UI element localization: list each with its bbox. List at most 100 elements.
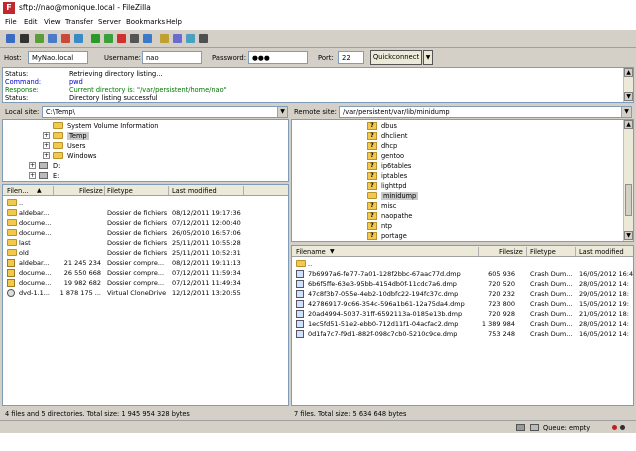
- disconnect-icon[interactable]: [128, 32, 141, 45]
- column-divider[interactable]: [478, 247, 479, 256]
- menu-file[interactable]: File: [5, 18, 17, 26]
- remote-tree-item[interactable]: ? naopathe: [292, 211, 622, 221]
- local-tree-item[interactable]: + D:: [3, 161, 288, 171]
- scroll-thumb[interactable]: [625, 184, 632, 216]
- remote-directory-tree[interactable]: ▲ ▼ ? dbus? dhclient? dhcp? gentoo? ip6tables…: [291, 119, 634, 242]
- file-row[interactable]: 20ad4994-5037-31ff-6592113a-0185e13b.dmp…: [292, 309, 633, 319]
- local-tree-item[interactable]: System Volume Information: [3, 121, 288, 131]
- remote-tree-item[interactable]: ? lighttpd: [292, 181, 622, 191]
- expand-icon[interactable]: +: [43, 132, 50, 139]
- menu-bookmarks[interactable]: Bookmarks: [126, 18, 165, 26]
- column-divider[interactable]: [104, 186, 105, 195]
- column-filename[interactable]: Filen...: [7, 187, 29, 195]
- process-queue-icon[interactable]: [102, 32, 115, 45]
- host-input[interactable]: MyNao.local: [28, 51, 88, 64]
- reconnect-icon[interactable]: [141, 32, 154, 45]
- menu-transfer[interactable]: Transfer: [65, 18, 93, 26]
- remote-path-dropdown-icon[interactable]: ▼: [621, 107, 631, 117]
- file-row[interactable]: docume... 19 982 682 Dossier compre... 07/1…: [3, 278, 288, 288]
- expand-icon[interactable]: +: [43, 152, 50, 159]
- file-row[interactable]: last Dossier de fichiers 25/11/2011 10:55:…: [3, 238, 288, 248]
- remote-tree-item[interactable]: ? ip6tables: [292, 161, 622, 171]
- file-row[interactable]: dvd-1.1... 1 878 175 ... Virtual CloneDriv…: [3, 288, 288, 298]
- local-path-input[interactable]: C:\Temp\ ▼: [42, 106, 288, 118]
- local-tree-item[interactable]: + E:: [3, 171, 288, 181]
- column-filesize[interactable]: Filesize: [499, 248, 523, 256]
- local-path-dropdown-icon[interactable]: ▼: [277, 107, 287, 117]
- file-row[interactable]: 7b6997a6-fe77-7a01-128f2bbc-67aac77d.dmp…: [292, 269, 633, 279]
- username-input[interactable]: nao: [142, 51, 202, 64]
- file-row[interactable]: aldebar... 21 245 234 Dossier compre... 08/…: [3, 258, 288, 268]
- password-input[interactable]: ●●●: [248, 51, 308, 64]
- column-last-modified[interactable]: Last modified: [579, 248, 624, 256]
- local-directory-tree[interactable]: System Volume Information + Temp + Users + Win…: [2, 119, 289, 182]
- expand-icon[interactable]: +: [29, 172, 36, 179]
- message-log[interactable]: ▲ ▼ Status: Retrieving directory listing.…: [2, 67, 634, 103]
- file-row[interactable]: docume... Dossier de fichiers 26/05/2010 1…: [3, 228, 288, 238]
- column-divider[interactable]: [168, 186, 169, 195]
- scroll-up-icon[interactable]: ▲: [624, 68, 633, 77]
- transfer-queue-icon[interactable]: [72, 32, 85, 45]
- local-file-list[interactable]: Filen... ▲ Filesize Filetype Last modifi…: [2, 184, 289, 406]
- message-log-icon[interactable]: [33, 32, 46, 45]
- remote-tree-item[interactable]: minidump: [292, 191, 622, 201]
- column-divider[interactable]: [53, 186, 54, 195]
- column-filetype[interactable]: Filetype: [530, 248, 556, 256]
- port-input[interactable]: 22: [338, 51, 364, 64]
- expand-icon[interactable]: +: [29, 162, 36, 169]
- column-filename[interactable]: Filename: [296, 248, 326, 256]
- file-row[interactable]: old Dossier de fichiers 25/11/2011 10:52:3…: [3, 248, 288, 258]
- remote-tree-item[interactable]: ? dhcp: [292, 141, 622, 151]
- local-tree-item[interactable]: + Users: [3, 141, 288, 151]
- file-row[interactable]: docume... Dossier de fichiers 07/12/2011 1…: [3, 218, 288, 228]
- sync-browse-icon[interactable]: [184, 32, 197, 45]
- refresh-icon[interactable]: [89, 32, 102, 45]
- compare-icon[interactable]: [171, 32, 184, 45]
- menu-edit[interactable]: Edit: [24, 18, 38, 26]
- remote-tree-item[interactable]: ? portage: [292, 231, 622, 241]
- remote-tree-scrollbar[interactable]: ▲ ▼: [623, 120, 633, 241]
- search-icon[interactable]: [197, 32, 210, 45]
- file-row[interactable]: docume... 26 550 668 Dossier compre... 07/1…: [3, 268, 288, 278]
- remote-tree-icon[interactable]: [59, 32, 72, 45]
- file-row[interactable]: 47c8f3b7-055e-4eb2-10dbfc22-194fc37c.dmp…: [292, 289, 633, 299]
- scroll-down-icon[interactable]: ▼: [624, 92, 633, 101]
- local-tree-item[interactable]: + Windows: [3, 151, 288, 161]
- scroll-down-icon[interactable]: ▼: [624, 231, 633, 240]
- file-row[interactable]: 1ec5fd51-51e2-ebb0-712d11f1-04acfac2.dmp…: [292, 319, 633, 329]
- log-scrollbar[interactable]: ▲ ▼: [623, 68, 633, 102]
- cancel-icon[interactable]: [115, 32, 128, 45]
- remote-path-input[interactable]: /var/persistent/var/lib/minidump ▼: [339, 106, 632, 118]
- remote-file-list[interactable]: Filename ▼ Filesize Filetype Last modifi…: [291, 245, 634, 406]
- menu-server[interactable]: Server: [98, 18, 121, 26]
- scroll-up-icon[interactable]: ▲: [624, 120, 633, 129]
- expand-icon[interactable]: +: [43, 142, 50, 149]
- column-divider[interactable]: [243, 186, 244, 195]
- remote-tree-item[interactable]: ? misc: [292, 201, 622, 211]
- remote-tree-item[interactable]: ? ntp: [292, 221, 622, 231]
- local-tree-item[interactable]: + Temp: [3, 131, 288, 141]
- file-row[interactable]: 0d1fa7c7-f9d1-882f-098c7cb0-5210c9ce.dmp…: [292, 329, 633, 339]
- column-filetype[interactable]: Filetype: [107, 187, 133, 195]
- column-last-modified[interactable]: Last modified: [172, 187, 217, 195]
- site-manager-icon[interactable]: [4, 32, 17, 45]
- local-tree-icon[interactable]: [46, 32, 59, 45]
- quickconnect-dropdown-icon[interactable]: ▼: [423, 50, 433, 65]
- remote-tree-item[interactable]: ? gentoo: [292, 151, 622, 161]
- file-row[interactable]: ..: [3, 198, 288, 208]
- directory-listing-filters-icon[interactable]: [158, 32, 171, 45]
- remote-tree-item[interactable]: ? iptables: [292, 171, 622, 181]
- remote-tree-item[interactable]: ? dhclient: [292, 131, 622, 141]
- menu-view[interactable]: View: [44, 18, 61, 26]
- column-filesize[interactable]: Filesize: [79, 187, 103, 195]
- file-row[interactable]: ..: [292, 259, 633, 269]
- file-row[interactable]: 6b6f5ffe-63e3-95bb-4154db0f-11cdc7a6.dmp…: [292, 279, 633, 289]
- file-row[interactable]: 42786917-9c66-354c-596a1b61-12a75da4.dmp…: [292, 299, 633, 309]
- remote-tree-item[interactable]: ? dbus: [292, 121, 622, 131]
- column-divider[interactable]: [575, 247, 576, 256]
- menu-help[interactable]: Help: [166, 18, 182, 26]
- dropdown-arrow-icon[interactable]: [18, 32, 31, 45]
- column-divider[interactable]: [526, 247, 527, 256]
- quickconnect-button[interactable]: Quickconnect: [370, 50, 422, 65]
- file-row[interactable]: aldebar... Dossier de fichiers 08/12/2011 …: [3, 208, 288, 218]
